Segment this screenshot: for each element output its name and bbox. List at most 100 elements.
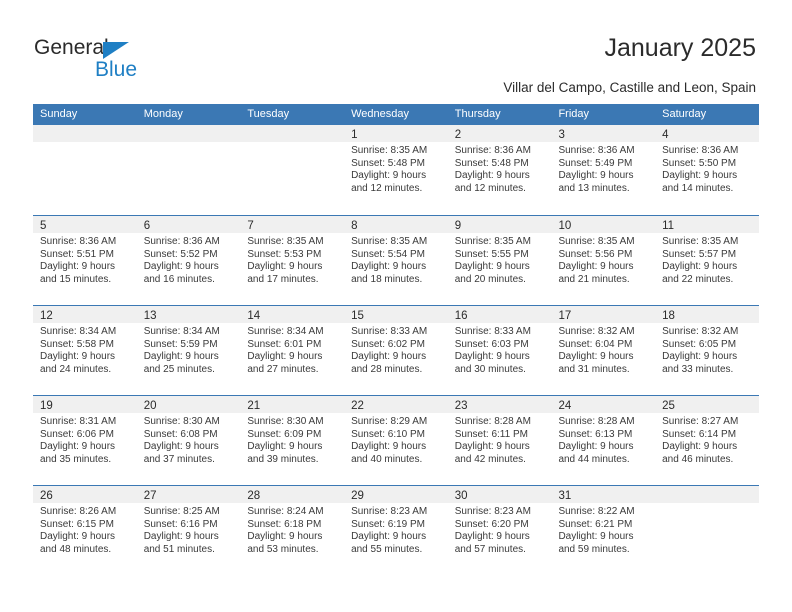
daylight-text-line1: Daylight: 9 hours	[454, 531, 530, 543]
day-number-band	[136, 125, 241, 142]
daylight-text-line1: Daylight: 9 hours	[351, 351, 427, 363]
day-info: Sunrise: 8:35 AM Sunset: 5:57 PM Daylight:…	[655, 233, 759, 286]
calendar-day-cell[interactable]: 2 Sunrise: 8:36 AM Sunset: 5:48 PM Daylight…	[447, 125, 552, 214]
sunset-text: Sunset: 6:13 PM	[558, 428, 633, 440]
day-number-band: 1	[344, 125, 448, 142]
day-number: 13	[143, 310, 157, 322]
day-info: Sunrise: 8:22 AM Sunset: 6:21 PM Daylight:…	[551, 503, 655, 556]
calendar-day-cell[interactable]: 20 Sunrise: 8:30 AM Sunset: 6:08 PM Dayligh…	[136, 396, 241, 485]
calendar-day-cell[interactable]: 17 Sunrise: 8:32 AM Sunset: 6:04 PM Dayligh…	[551, 306, 656, 395]
sunrise-text: Sunrise: 8:36 AM	[662, 145, 739, 156]
calendar-day-cell[interactable]: 30 Sunrise: 8:23 AM Sunset: 6:20 PM Dayligh…	[447, 486, 552, 575]
sunrise-text: Sunrise: 8:36 AM	[454, 145, 531, 156]
daylight-text-line1: Daylight: 9 hours	[143, 441, 219, 453]
calendar-day-cell[interactable]: 19 Sunrise: 8:31 AM Sunset: 6:06 PM Dayligh…	[33, 396, 137, 485]
sunset-text: Sunset: 5:57 PM	[662, 248, 737, 260]
calendar-day-cell[interactable]: 4 Sunrise: 8:36 AM Sunset: 5:50 PM Daylight…	[655, 125, 759, 214]
sunset-text: Sunset: 6:06 PM	[40, 428, 114, 440]
calendar-day-cell[interactable]: 24 Sunrise: 8:28 AM Sunset: 6:13 PM Dayligh…	[551, 396, 656, 485]
day-info: Sunrise: 8:36 AM Sunset: 5:48 PM Daylight:…	[448, 142, 552, 195]
day-number-band: 20	[136, 396, 241, 413]
calendar-day-cell[interactable]: 13 Sunrise: 8:34 AM Sunset: 5:59 PM Dayligh…	[136, 306, 241, 395]
calendar-day-cell[interactable]: 23 Sunrise: 8:28 AM Sunset: 6:11 PM Dayligh…	[447, 396, 552, 485]
sunset-text: Sunset: 5:56 PM	[558, 248, 633, 260]
sunrise-text: Sunrise: 8:28 AM	[454, 416, 531, 427]
calendar-day-cell[interactable]: 5 Sunrise: 8:36 AM Sunset: 5:51 PM Daylight…	[33, 216, 137, 305]
weekday-header-sunday: Sunday	[40, 108, 78, 120]
sunset-text: Sunset: 6:09 PM	[247, 428, 322, 440]
calendar-day-cell[interactable]: 6 Sunrise: 8:36 AM Sunset: 5:52 PM Daylight…	[136, 216, 241, 305]
sunset-text: Sunset: 5:48 PM	[454, 157, 529, 169]
calendar-day-cell[interactable]: 29 Sunrise: 8:23 AM Sunset: 6:19 PM Dayligh…	[344, 486, 448, 575]
sunrise-text: Sunrise: 8:30 AM	[247, 416, 324, 427]
page-title: January 2025	[604, 34, 756, 62]
calendar-week-row: 19 Sunrise: 8:31 AM Sunset: 6:06 PM Dayligh…	[33, 395, 759, 485]
daylight-text-line1: Daylight: 9 hours	[558, 351, 634, 363]
daylight-text-line2: and 33 minutes.	[662, 363, 734, 375]
calendar-day-cell[interactable]: 27 Sunrise: 8:25 AM Sunset: 6:16 PM Dayligh…	[136, 486, 241, 575]
calendar-day-cell[interactable]: 3 Sunrise: 8:36 AM Sunset: 5:49 PM Daylight…	[551, 125, 656, 214]
calendar-day-cell[interactable]: 21 Sunrise: 8:30 AM Sunset: 6:09 PM Dayligh…	[240, 396, 345, 485]
calendar-day-cell[interactable]: 14 Sunrise: 8:34 AM Sunset: 6:01 PM Dayligh…	[240, 306, 345, 395]
calendar-day-cell[interactable]: 11 Sunrise: 8:35 AM Sunset: 5:57 PM Dayligh…	[655, 216, 759, 305]
calendar-day-cell[interactable]: 15 Sunrise: 8:33 AM Sunset: 6:02 PM Dayligh…	[344, 306, 448, 395]
sunrise-text: Sunrise: 8:35 AM	[351, 236, 428, 247]
day-number-band: 26	[33, 486, 137, 503]
daylight-text-line2: and 42 minutes.	[454, 453, 526, 465]
day-number-band: 3	[551, 125, 656, 142]
day-number: 18	[662, 310, 675, 322]
calendar-day-cell[interactable]: 10 Sunrise: 8:35 AM Sunset: 5:56 PM Dayligh…	[551, 216, 656, 305]
calendar-day-cell[interactable]: 12 Sunrise: 8:34 AM Sunset: 5:58 PM Dayligh…	[33, 306, 137, 395]
day-number: 29	[351, 490, 364, 502]
calendar-week-row: 26 Sunrise: 8:26 AM Sunset: 6:15 PM Dayligh…	[33, 485, 759, 575]
page-header: General Blue January 2025 Villar del Cam…	[0, 0, 792, 100]
calendar-day-cell[interactable]: 26 Sunrise: 8:26 AM Sunset: 6:15 PM Dayligh…	[33, 486, 137, 575]
day-number-band: 17	[551, 306, 656, 323]
daylight-text-line2: and 12 minutes.	[454, 182, 526, 194]
day-number: 4	[662, 129, 669, 141]
daylight-text-line1: Daylight: 9 hours	[351, 531, 427, 543]
daylight-text-line2: and 51 minutes.	[143, 543, 215, 555]
calendar-day-cell[interactable]: 31 Sunrise: 8:22 AM Sunset: 6:21 PM Dayligh…	[551, 486, 656, 575]
day-number: 23	[454, 400, 468, 412]
calendar-day-cell[interactable]: 18 Sunrise: 8:32 AM Sunset: 6:05 PM Dayligh…	[655, 306, 759, 395]
daylight-text-line1: Daylight: 9 hours	[351, 261, 427, 273]
day-number: 7	[247, 220, 254, 232]
sunrise-text: Sunrise: 8:36 AM	[558, 145, 635, 156]
calendar-day-cell[interactable]: 7 Sunrise: 8:35 AM Sunset: 5:53 PM Daylight…	[240, 216, 345, 305]
calendar-day-cell[interactable]: 25 Sunrise: 8:27 AM Sunset: 6:14 PM Dayligh…	[655, 396, 759, 485]
daylight-text-line1: Daylight: 9 hours	[558, 261, 634, 273]
daylight-text-line1: Daylight: 9 hours	[40, 531, 116, 543]
day-number-band: 10	[551, 216, 656, 233]
sunset-text: Sunset: 5:51 PM	[40, 248, 114, 260]
day-number: 20	[143, 400, 157, 412]
calendar-day-cell[interactable]: 1 Sunrise: 8:35 AM Sunset: 5:48 PM Daylight…	[344, 125, 448, 214]
daylight-text-line1: Daylight: 9 hours	[247, 261, 323, 273]
calendar-day-cell[interactable]: 9 Sunrise: 8:35 AM Sunset: 5:55 PM Daylight…	[447, 216, 552, 305]
day-number-band: 24	[551, 396, 656, 413]
calendar-week-row: 12 Sunrise: 8:34 AM Sunset: 5:58 PM Dayligh…	[33, 305, 759, 395]
calendar-day-cell[interactable]: 8 Sunrise: 8:35 AM Sunset: 5:54 PM Daylight…	[344, 216, 448, 305]
general-blue-logo[interactable]: General Blue	[34, 36, 254, 86]
day-number-band: 2	[447, 125, 552, 142]
day-info: Sunrise: 8:28 AM Sunset: 6:13 PM Daylight:…	[551, 413, 655, 466]
day-number-band	[33, 125, 137, 142]
day-number: 11	[662, 220, 675, 232]
day-number: 8	[351, 220, 358, 232]
calendar-day-cell[interactable]: 28 Sunrise: 8:24 AM Sunset: 6:18 PM Dayligh…	[240, 486, 345, 575]
daylight-text-line1: Daylight: 9 hours	[40, 351, 116, 363]
daylight-text-line2: and 37 minutes.	[143, 453, 215, 465]
daylight-text-line2: and 20 minutes.	[454, 273, 526, 285]
calendar-day-cell[interactable]: 22 Sunrise: 8:29 AM Sunset: 6:10 PM Dayligh…	[344, 396, 448, 485]
sunset-text: Sunset: 6:14 PM	[662, 428, 737, 440]
daylight-text-line1: Daylight: 9 hours	[454, 170, 530, 182]
day-number: 31	[558, 490, 572, 502]
day-number-band: 28	[240, 486, 345, 503]
day-number: 17	[558, 310, 572, 322]
day-info: Sunrise: 8:23 AM Sunset: 6:19 PM Daylight:…	[344, 503, 448, 556]
day-info: Sunrise: 8:36 AM Sunset: 5:51 PM Daylight:…	[33, 233, 137, 286]
calendar-day-cell[interactable]: 16 Sunrise: 8:33 AM Sunset: 6:03 PM Dayligh…	[447, 306, 552, 395]
day-number-band: 25	[655, 396, 759, 413]
sunrise-text: Sunrise: 8:35 AM	[351, 145, 428, 156]
daylight-text-line1: Daylight: 9 hours	[662, 351, 738, 363]
